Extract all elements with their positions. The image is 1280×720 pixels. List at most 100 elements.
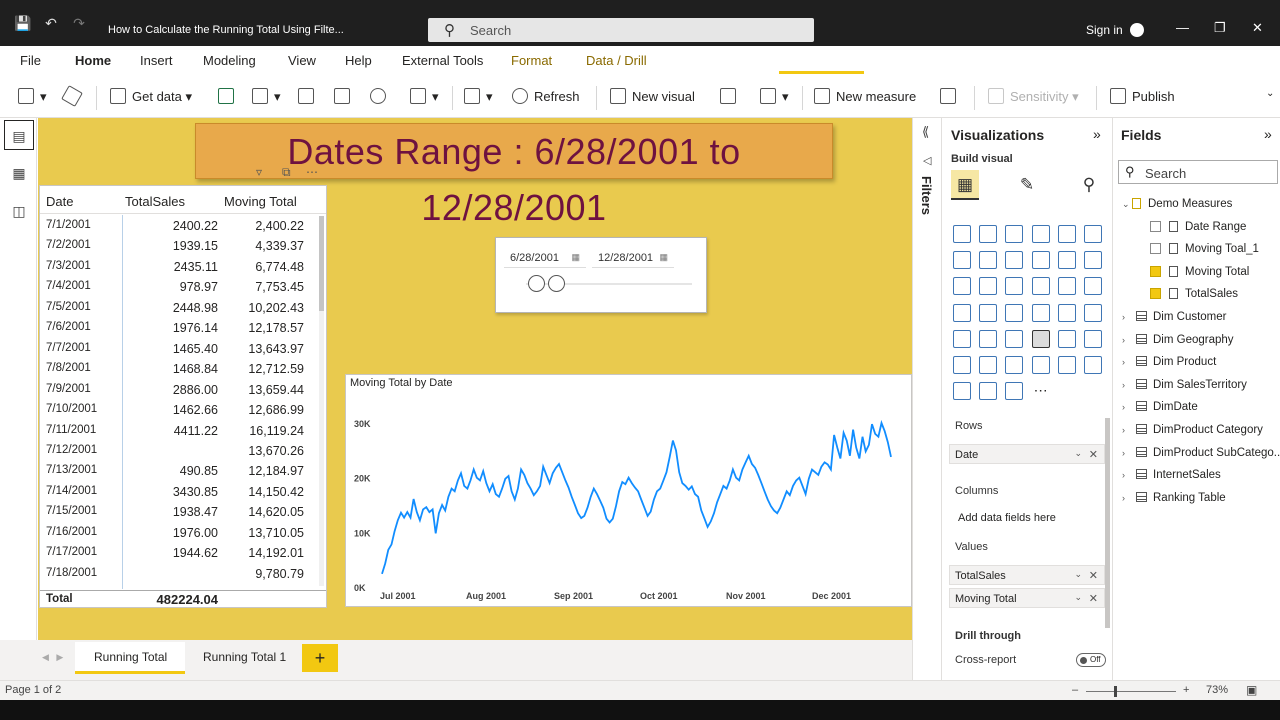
chevron-right-icon[interactable]: ›	[1122, 448, 1132, 458]
redo-icon[interactable]: ↷	[70, 14, 88, 32]
field-group-demo-measures[interactable]: ⌄ Demo Measures	[1122, 198, 1232, 210]
python-visual-visual-icon[interactable]	[1084, 329, 1102, 348]
slicer-start-date[interactable]: 6/28/2001 ▦	[504, 246, 586, 268]
table-row[interactable]: 7/14/2001 3430.85 14,150.42	[40, 482, 320, 503]
chevron-right-icon[interactable]: ›	[1122, 493, 1132, 503]
undo-icon[interactable]: ↶	[42, 14, 60, 32]
field-date-range[interactable]: Date Range	[1150, 221, 1246, 233]
sensitivity-button[interactable]: Sensitivity ▾	[988, 88, 1079, 105]
card-visual-icon[interactable]	[1057, 303, 1076, 322]
chevron-down-icon[interactable]: ⌄	[1074, 448, 1082, 459]
treemap-visual-icon[interactable]	[1084, 277, 1102, 296]
collapse-fields-icon[interactable]: »	[1264, 126, 1272, 142]
fit-to-page-icon[interactable]: ▣	[1246, 683, 1257, 697]
goals-visual-icon[interactable]	[1057, 356, 1076, 374]
menu-format[interactable]: Format	[511, 53, 552, 68]
field-moving-total[interactable]: Moving Total	[1150, 266, 1249, 278]
field-table-item[interactable]: › Dim Customer	[1122, 311, 1226, 323]
focus-mode-icon[interactable]: ⧉	[282, 165, 291, 180]
menu-external-tools[interactable]: External Tools	[402, 53, 483, 68]
clustered-column-visual-icon[interactable]	[1031, 225, 1050, 243]
slicer-end-date[interactable]: 12/28/2001 ▦	[592, 246, 674, 268]
donut-visual-icon[interactable]	[1057, 277, 1076, 296]
enter-data-button[interactable]	[334, 88, 356, 104]
table-row[interactable]: 7/1/2001 2400.22 2,400.22	[40, 216, 320, 237]
remove-field-icon[interactable]: ✕	[1089, 448, 1098, 461]
columns-well[interactable]: Add data fields here	[949, 508, 1105, 528]
map-visual-icon[interactable]	[953, 303, 971, 322]
kpi-visual-icon[interactable]	[953, 329, 971, 348]
save-icon[interactable]: 💾	[14, 14, 32, 32]
values-well-totalsales[interactable]: TotalSales ⌄ ✕	[949, 565, 1105, 585]
field-totalsales[interactable]: TotalSales	[1150, 288, 1238, 300]
chevron-down-icon[interactable]: ⌄	[1074, 569, 1082, 580]
viz-scrollbar[interactable]	[1105, 418, 1110, 628]
get-data-button[interactable]: Get data ▾	[110, 88, 192, 105]
model-view-icon[interactable]: ◫	[4, 196, 34, 226]
funnel-visual-icon[interactable]	[979, 277, 998, 296]
date-slicer[interactable]: 6/28/2001 ▦ 12/28/2001 ▦	[495, 237, 707, 313]
checkbox-checked[interactable]	[1150, 288, 1161, 299]
matrix-visual-icon[interactable]	[1031, 329, 1050, 348]
menu-modeling[interactable]: Modeling	[203, 53, 256, 68]
zoom-in-button[interactable]: +	[1183, 684, 1189, 696]
quick-measure-button[interactable]	[940, 88, 962, 104]
report-view-icon[interactable]: ▤	[4, 120, 34, 150]
table-row[interactable]: 7/12/2001 13,670.26	[40, 441, 320, 462]
stacked-column-visual-icon[interactable]	[979, 225, 998, 243]
cross-report-toggle[interactable]: Off	[1076, 653, 1106, 667]
menu-file[interactable]: File	[20, 53, 41, 68]
chevron-right-icon[interactable]: ›	[1122, 357, 1132, 367]
new-measure-button[interactable]: New measure	[814, 88, 916, 104]
chevron-right-icon[interactable]: ›	[1122, 402, 1132, 412]
table-row[interactable]: 7/16/2001 1976.00 13,710.05	[40, 523, 320, 544]
collapse-viz-icon[interactable]: »	[1093, 126, 1101, 142]
add-page-button[interactable]: +	[302, 644, 338, 672]
top-search-box[interactable]: ⚲ Search	[428, 18, 814, 42]
pie-visual-icon[interactable]	[1031, 277, 1050, 296]
decomposition-tree-visual-icon[interactable]	[979, 356, 998, 374]
close-icon[interactable]: ✕	[1252, 20, 1263, 36]
column-header-moving-total[interactable]: Moving Total	[224, 194, 297, 209]
ribbon-collapse-icon[interactable]: ⌄	[1266, 88, 1274, 99]
menu-view[interactable]: View	[288, 53, 316, 68]
100-bar-visual-icon[interactable]	[1057, 225, 1076, 243]
table-row[interactable]: 7/11/2001 4411.22 16,119.24	[40, 421, 320, 442]
table-row[interactable]: 7/8/2001 1468.84 12,712.59	[40, 359, 320, 380]
menu-help[interactable]: Help	[345, 53, 372, 68]
paste-button[interactable]: ▾	[18, 88, 47, 105]
refresh-button[interactable]: Refresh	[512, 88, 580, 104]
slicer-end-handle[interactable]	[548, 275, 565, 292]
line-column-visual-icon[interactable]	[1031, 251, 1050, 270]
zoom-slider[interactable]	[1086, 691, 1176, 692]
gauge-visual-icon[interactable]	[1031, 303, 1050, 322]
table-row[interactable]: 7/7/2001 1465.40 13,643.97	[40, 339, 320, 360]
waterfall-visual-icon[interactable]	[953, 277, 971, 296]
table-row[interactable]: 7/4/2001 978.97 7,753.45	[40, 277, 320, 298]
chevron-right-icon[interactable]: ›	[1122, 335, 1132, 345]
transform-button[interactable]: ▾	[410, 88, 439, 105]
text-box-button[interactable]	[720, 88, 742, 104]
filters-label[interactable]: Filters	[919, 176, 934, 215]
new-visual-button[interactable]: New visual	[610, 88, 695, 104]
ribbon-visual-icon[interactable]	[1084, 251, 1102, 270]
expand-filters-icon[interactable]: ⟪	[922, 124, 929, 140]
table-scrollbar-thumb[interactable]	[319, 216, 324, 311]
100-column-visual-icon[interactable]	[1084, 225, 1102, 243]
remove-field-icon[interactable]: ✕	[1089, 592, 1098, 605]
remove-field-icon[interactable]: ✕	[1089, 569, 1098, 582]
line-chart-visual[interactable]: Moving Total by Date 0K 10K 20K 30K Jul 2001…	[345, 374, 912, 607]
qa-visual-icon[interactable]	[1005, 356, 1024, 374]
field-table-item[interactable]: › Dim Geography	[1122, 333, 1234, 346]
multi-row-card-visual-icon[interactable]	[1084, 303, 1102, 322]
table-row[interactable]: 7/15/2001 1938.47 14,620.05	[40, 502, 320, 523]
excel-button[interactable]	[218, 88, 240, 104]
tab-running-total-1[interactable]: Running Total 1	[203, 650, 286, 664]
moving-total-series-line[interactable]	[381, 419, 892, 575]
chevron-right-icon[interactable]: ›	[1122, 380, 1132, 390]
chevron-down-icon[interactable]: ⌄	[1122, 199, 1132, 210]
slicer-start-handle[interactable]	[528, 275, 545, 292]
paginated-visual-icon[interactable]	[1084, 356, 1102, 374]
arrow-chevrons-visual-icon[interactable]	[1005, 382, 1024, 401]
slicer-visual-icon[interactable]	[979, 329, 998, 348]
